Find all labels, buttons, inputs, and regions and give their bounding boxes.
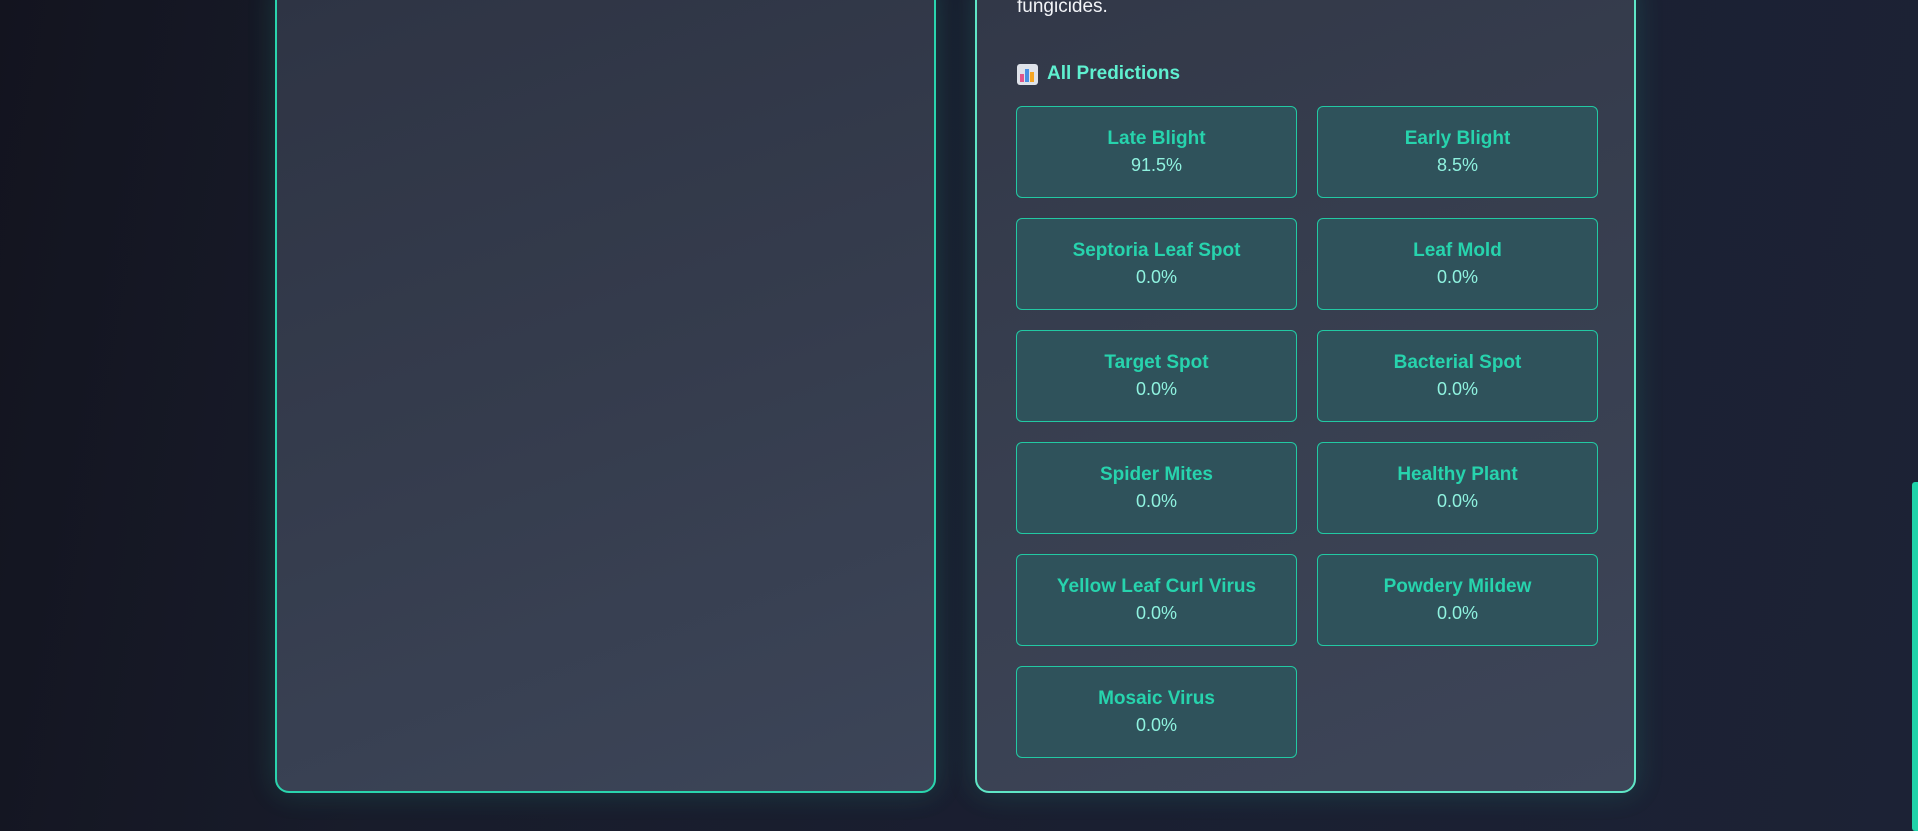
prediction-name: Target Spot <box>1104 352 1209 373</box>
prediction-name: Bacterial Spot <box>1393 352 1522 373</box>
prediction-confidence: 0.0% <box>1135 267 1178 287</box>
prediction-name: Healthy Plant <box>1397 464 1518 485</box>
predictions-grid: Late Blight 91.5% Early Blight 8.5% Septoria… <box>1016 106 1599 758</box>
prediction-card[interactable]: Powdery Mildew 0.0% <box>1317 554 1598 646</box>
prediction-name: Powdery Mildew <box>1383 576 1532 597</box>
predictions-heading-label: All Predictions <box>1047 63 1181 84</box>
prediction-card[interactable]: Mosaic Virus 0.0% <box>1016 666 1297 758</box>
prediction-name: Yellow Leaf Curl Virus <box>1056 576 1257 597</box>
prediction-name: Mosaic Virus <box>1098 688 1215 709</box>
prediction-confidence: 0.0% <box>1135 379 1178 399</box>
prediction-card[interactable]: Healthy Plant 0.0% <box>1317 442 1598 534</box>
image-preview-panel <box>275 0 936 793</box>
prediction-confidence: 91.5% <box>1130 155 1183 175</box>
prediction-name: Late Blight <box>1107 128 1206 149</box>
prediction-card[interactable]: Bacterial Spot 0.0% <box>1317 330 1598 422</box>
scrollbar[interactable] <box>1912 0 1918 831</box>
prediction-confidence: 0.0% <box>1135 491 1178 511</box>
prediction-card[interactable]: Spider Mites 0.0% <box>1016 442 1297 534</box>
prediction-name: Spider Mites <box>1100 464 1213 485</box>
disease-description: fungicides. <box>1017 0 1108 17</box>
prediction-card[interactable]: Yellow Leaf Curl Virus 0.0% <box>1016 554 1297 646</box>
prediction-confidence: 0.0% <box>1436 379 1479 399</box>
prediction-confidence: 0.0% <box>1436 491 1479 511</box>
prediction-card[interactable]: Leaf Mold 0.0% <box>1317 218 1598 310</box>
results-panel: fungicides. All Predictions Late Blight 9… <box>975 0 1636 793</box>
prediction-name: Septoria Leaf Spot <box>1072 240 1241 261</box>
prediction-confidence: 0.0% <box>1436 603 1479 623</box>
bar-chart-icon <box>1017 63 1038 85</box>
prediction-card[interactable]: Late Blight 91.5% <box>1016 106 1297 198</box>
prediction-name: Leaf Mold <box>1413 240 1502 261</box>
predictions-heading: All Predictions <box>1017 63 1180 85</box>
prediction-confidence: 0.0% <box>1436 267 1479 287</box>
scrollbar-thumb[interactable] <box>1912 482 1918 831</box>
prediction-confidence: 8.5% <box>1436 155 1479 175</box>
prediction-card[interactable]: Target Spot 0.0% <box>1016 330 1297 422</box>
prediction-card[interactable]: Septoria Leaf Spot 0.0% <box>1016 218 1297 310</box>
prediction-card[interactable]: Early Blight 8.5% <box>1317 106 1598 198</box>
prediction-confidence: 0.0% <box>1135 715 1178 735</box>
prediction-confidence: 0.0% <box>1135 603 1178 623</box>
prediction-name: Early Blight <box>1404 128 1511 149</box>
